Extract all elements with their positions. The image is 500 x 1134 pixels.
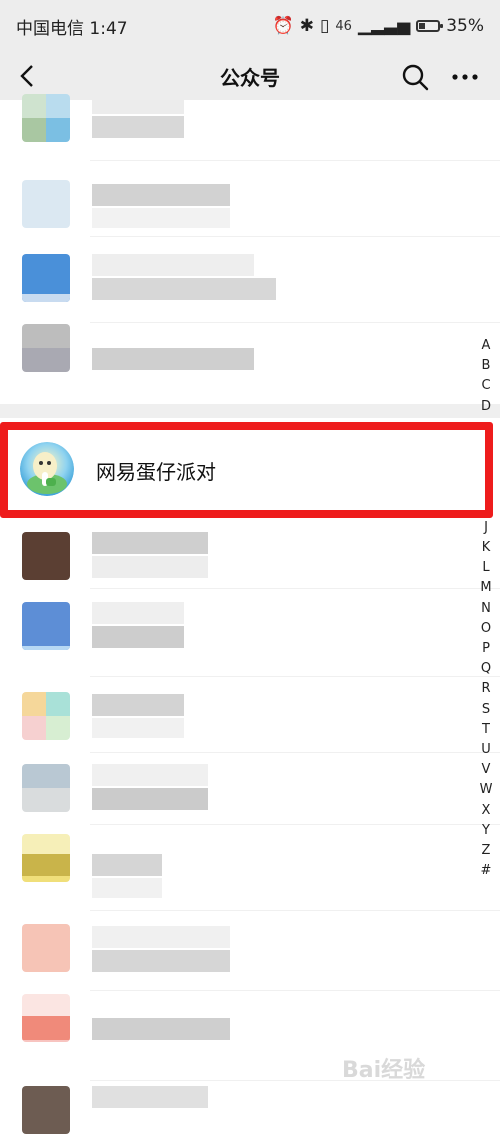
search-button[interactable]: [400, 62, 430, 92]
index-letter[interactable]: T: [476, 720, 496, 740]
index-letter[interactable]: N: [476, 599, 496, 619]
list-item[interactable]: [0, 824, 500, 898]
index-letter[interactable]: J: [476, 518, 496, 538]
nav-bar: 公众号: [0, 52, 500, 100]
blurred-avatar: [22, 764, 70, 812]
list-item[interactable]: [0, 910, 500, 980]
index-letter[interactable]: D: [476, 397, 496, 417]
blurred-text: [92, 626, 184, 648]
battery-icon: [416, 20, 444, 32]
index-letter[interactable]: M: [476, 578, 496, 598]
index-letter[interactable]: S: [476, 700, 496, 720]
index-letter[interactable]: B: [476, 356, 496, 376]
blurred-avatar: [22, 94, 70, 142]
blurred-text: [92, 254, 254, 276]
alphabet-index[interactable]: ABCD J K L M N O P Q R S T U V W X Y Z #: [476, 336, 496, 881]
blurred-text: [92, 1086, 208, 1108]
blurred-text: [92, 854, 162, 876]
list-item[interactable]: [0, 588, 500, 658]
carrier-time: 中国电信 1:47: [16, 18, 128, 39]
status-bar: 中国电信 1:47 ⏰ ✱ ▯ 46 ▁▂▃▅ 35%: [0, 0, 500, 52]
blurred-text: [92, 788, 208, 810]
search-icon: [402, 64, 429, 91]
index-letter[interactable]: C: [476, 376, 496, 396]
index-letter[interactable]: Z: [476, 841, 496, 861]
index-letter[interactable]: R: [476, 679, 496, 699]
list-item[interactable]: [0, 676, 500, 746]
list-item[interactable]: [0, 1080, 500, 1134]
blurred-text: [92, 100, 184, 114]
index-letter[interactable]: #: [476, 861, 496, 881]
index-letter[interactable]: Y: [476, 821, 496, 841]
network-label: 46: [335, 18, 352, 34]
blurred-text: [92, 694, 184, 716]
list-item[interactable]: [0, 94, 500, 160]
more-button[interactable]: [450, 62, 480, 92]
list-item[interactable]: [0, 990, 500, 1060]
index-letter[interactable]: K: [476, 538, 496, 558]
index-letter[interactable]: O: [476, 619, 496, 639]
index-letter[interactable]: [476, 477, 496, 497]
index-letter[interactable]: [476, 437, 496, 457]
highlight-annotation-box: [0, 422, 493, 518]
status-icons: ⏰ ✱ ▯ 46 ▁▂▃▅ 35%: [273, 16, 484, 36]
list-item[interactable]: [0, 236, 500, 306]
blurred-avatar: [22, 254, 70, 302]
more-icon: [452, 74, 478, 80]
blurred-text: [92, 116, 184, 138]
chevron-left-icon: [20, 65, 33, 87]
index-letter[interactable]: P: [476, 639, 496, 659]
index-letter[interactable]: L: [476, 558, 496, 578]
list-item[interactable]: [0, 518, 500, 588]
index-letter[interactable]: Q: [476, 659, 496, 679]
blurred-text: [92, 532, 208, 554]
index-letter[interactable]: [476, 457, 496, 477]
list-item[interactable]: [0, 160, 500, 230]
index-letter[interactable]: V: [476, 760, 496, 780]
alarm-icon: ⏰: [272, 16, 294, 36]
vibrate-icon: ▯: [320, 16, 330, 36]
battery-percent: 35%: [446, 16, 484, 36]
index-letter[interactable]: X: [476, 801, 496, 821]
blurred-text: [92, 184, 230, 206]
blurred-text: [92, 556, 208, 578]
blurred-avatar: [22, 994, 70, 1042]
blurred-text: [92, 1018, 230, 1040]
blurred-avatar: [22, 532, 70, 580]
bluetooth-icon: ✱: [299, 16, 314, 36]
signal-icon: ▁▂▃▅: [357, 16, 411, 36]
blurred-avatar: [22, 924, 70, 972]
back-button[interactable]: [14, 62, 42, 90]
blurred-text: [92, 878, 162, 898]
blurred-text: [92, 718, 184, 738]
blurred-text: [92, 208, 230, 228]
blurred-avatar: [22, 602, 70, 650]
index-letter[interactable]: A: [476, 336, 496, 356]
blurred-avatar: [22, 692, 70, 740]
blurred-text: [92, 602, 184, 624]
blurred-text: [92, 926, 230, 948]
blurred-avatar: [22, 1086, 70, 1134]
watermark: Bai经验: [342, 1058, 426, 1083]
blurred-avatar: [22, 180, 70, 228]
index-letter[interactable]: U: [476, 740, 496, 760]
list-item[interactable]: [0, 752, 500, 822]
blurred-text: [92, 348, 254, 370]
section-header: [0, 404, 500, 418]
index-letter[interactable]: W: [476, 780, 496, 800]
list-item[interactable]: [0, 322, 500, 392]
blurred-text: [92, 764, 208, 786]
blurred-text: [92, 950, 230, 972]
blurred-avatar: [22, 324, 70, 372]
index-letter[interactable]: [476, 498, 496, 518]
blurred-text: [92, 278, 276, 300]
page-title: 公众号: [220, 65, 280, 90]
index-letter[interactable]: [476, 417, 496, 437]
blurred-avatar: [22, 834, 70, 882]
